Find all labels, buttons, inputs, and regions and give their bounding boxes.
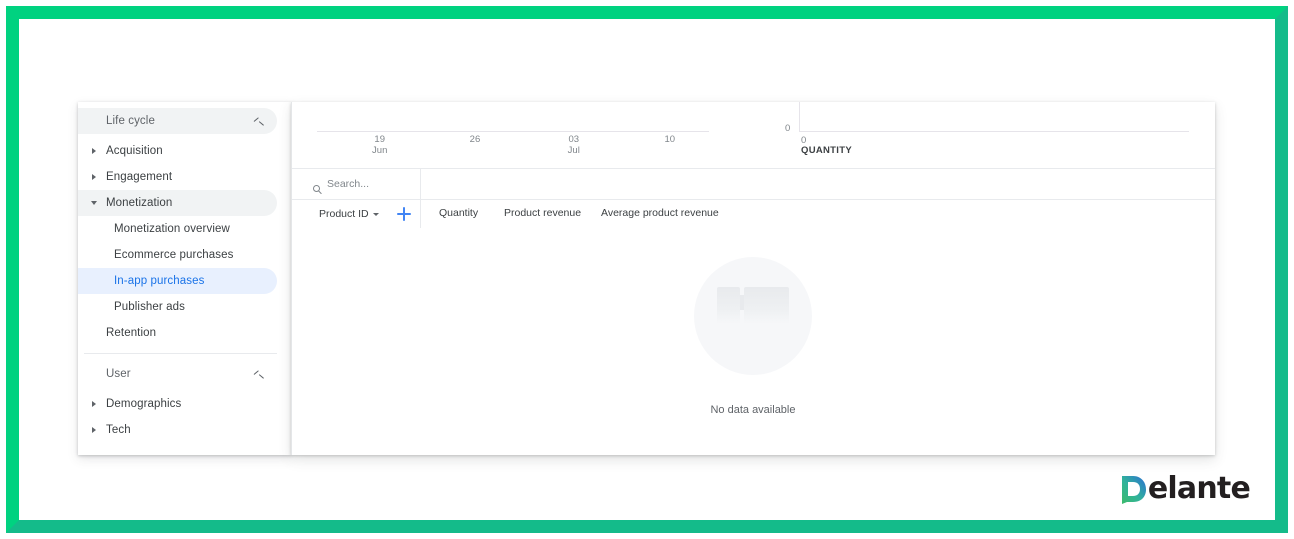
search-placeholder: Search... <box>313 178 369 190</box>
plus-icon[interactable] <box>397 207 411 221</box>
sidebar-item-label: Monetization <box>102 197 172 209</box>
triangle-right-icon[interactable] <box>86 148 102 154</box>
sidebar-panel: Life cycle Acquisition Engagement Moneti… <box>78 102 291 455</box>
x-axis-line <box>317 131 709 132</box>
quantity-bar-chart[interactable]: 0 0 QUANTITY <box>785 102 1189 168</box>
metric-header[interactable]: Product revenue <box>504 207 581 219</box>
sidebar-section-user[interactable]: User <box>78 361 277 387</box>
sidebar-section-life-cycle[interactable]: Life cycle <box>78 108 277 134</box>
dimension-label: Product ID <box>319 208 369 220</box>
table-header-row: Product ID Quantity Product revenue Aver… <box>291 200 1215 228</box>
sidebar-item-engagement[interactable]: Engagement <box>78 164 277 190</box>
triangle-right-icon[interactable] <box>86 174 102 180</box>
triangle-right-icon[interactable] <box>86 427 102 433</box>
placeholder-panel-left <box>717 287 740 324</box>
delante-logo-mark <box>1121 475 1147 504</box>
sidebar-item-label: Retention <box>86 327 156 339</box>
triangle-down-icon[interactable] <box>86 201 102 205</box>
placeholder-panel-right <box>744 287 789 324</box>
x-tick: 19 Jun <box>372 135 387 156</box>
report-content-panel: 19 Jun 26 03 Jul 10 <box>291 102 1215 455</box>
logo-d-glyph <box>1121 475 1147 504</box>
charts-strip: 19 Jun 26 03 Jul 10 <box>291 102 1215 168</box>
sidebar-item-monetization[interactable]: Monetization <box>78 190 277 216</box>
sidebar-item-in-app-purchases[interactable]: In-app purchases <box>78 268 277 294</box>
caret-down-icon[interactable] <box>373 213 379 216</box>
sidebar-item-label: Acquisition <box>102 145 163 157</box>
x-tick: 26 <box>470 135 481 146</box>
triangle-right-icon[interactable] <box>86 401 102 407</box>
sidebar-item-retention[interactable]: Retention <box>78 320 277 346</box>
metric-header[interactable]: Average product revenue <box>601 207 719 219</box>
sidebar-item-ecommerce-purchases[interactable]: Ecommerce purchases <box>78 242 277 268</box>
sidebar-divider <box>84 353 277 354</box>
sidebar-item-label: Publisher ads <box>86 301 185 313</box>
sidebar-item-demographics[interactable]: Demographics <box>78 391 277 417</box>
sidebar-item-acquisition[interactable]: Acquisition <box>78 138 277 164</box>
sidebar-item-label: Ecommerce purchases <box>86 249 234 261</box>
chart-baseline <box>799 131 1189 132</box>
delante-logo: elante <box>1121 472 1250 506</box>
analytics-screenshot-area: Life cycle Acquisition Engagement Moneti… <box>19 19 1275 520</box>
sidebar-section-label: User <box>86 368 131 380</box>
metric-header[interactable]: Quantity <box>439 207 478 219</box>
chevron-up-icon[interactable] <box>254 369 263 378</box>
x-tick: 10 <box>665 135 676 146</box>
y-axis-tick: 0 <box>785 123 790 134</box>
sidebar-item-label: Monetization overview <box>86 223 230 235</box>
sidebar-item-label: In-app purchases <box>86 275 204 287</box>
sidebar-item-tech[interactable]: Tech <box>78 417 277 443</box>
delante-wordmark: elante <box>1148 474 1250 504</box>
sidebar-section-label: Life cycle <box>86 115 155 127</box>
sidebar-item-monetization-overview[interactable]: Monetization overview <box>78 216 277 242</box>
x-axis-ticks: 19 Jun 26 03 Jul 10 <box>317 135 709 163</box>
sidebar-item-publisher-ads[interactable]: Publisher ads <box>78 294 277 320</box>
search-input[interactable]: Search... <box>291 169 421 199</box>
sidebar-item-label: Engagement <box>102 171 172 183</box>
chevron-up-icon[interactable] <box>254 116 263 125</box>
timeseries-chart[interactable]: 19 Jun 26 03 Jul 10 <box>317 102 709 168</box>
screenshot-root: Life cycle Acquisition Engagement Moneti… <box>0 0 1294 539</box>
sidebar-item-label: Tech <box>102 424 131 436</box>
table-empty-state: No data available <box>291 228 1215 455</box>
x-tick: 03 Jul <box>568 135 580 156</box>
y-axis-line <box>799 102 800 132</box>
no-data-message: No data available <box>291 404 1215 416</box>
table-search-row: Search... <box>291 169 1215 199</box>
sidebar-item-label: Demographics <box>102 398 181 410</box>
chart-metric-label: QUANTITY <box>801 145 852 156</box>
search-icon <box>313 179 320 197</box>
